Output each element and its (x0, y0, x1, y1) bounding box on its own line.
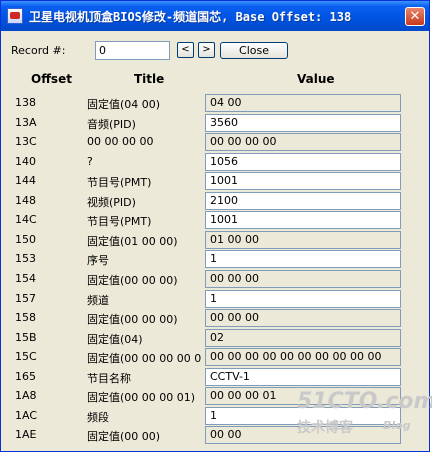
watermark-subtitle: 技术博客 (297, 420, 353, 436)
row-value-readonly: 01 00 00 (205, 231, 401, 249)
row-offset: 15B (15, 331, 37, 344)
row-title: ? (87, 155, 93, 168)
row-title: 00 00 00 00 (87, 135, 154, 148)
title-bar[interactable]: 卫星电视机顶盒BIOS修改-频道国芯, Base Offset: 138 ✕ (1, 1, 429, 31)
row-offset: 157 (15, 292, 36, 305)
row-value-readonly: 00 00 00 00 (205, 133, 401, 151)
row-value-readonly: 00 00 00 (205, 309, 401, 327)
record-label: Record #: (11, 44, 66, 57)
row-title: 节目号(PMT) (87, 215, 152, 228)
row-value-readonly: 00 00 00 00 00 00 00 00 00 00 (205, 348, 401, 366)
row-offset: 144 (15, 174, 36, 187)
offset-column-header: Offset (31, 72, 72, 86)
row-offset: 1A8 (15, 389, 37, 402)
window-close-button[interactable]: ✕ (405, 7, 425, 26)
row-title: 固定值(01 00 00) (87, 235, 178, 248)
row-title: 视频(PID) (87, 196, 136, 209)
row-title: 固定值(00 00 00 01) (87, 391, 196, 404)
row-title: 固定值(04) (87, 333, 143, 346)
row-offset: 15C (15, 350, 37, 363)
row-value-readonly: 00 00 00 (205, 270, 401, 288)
row-title: 音频(PID) (87, 118, 136, 131)
record-number-input[interactable] (95, 41, 170, 60)
row-value-field[interactable]: 1001 (205, 172, 401, 190)
row-title: 固定值(00 00 00) (87, 274, 178, 287)
row-value-field[interactable]: CCTV-1 (205, 368, 401, 386)
watermark: 51CTO.com 技术博客 Blog (295, 389, 432, 439)
row-value-field[interactable]: 1 (205, 250, 401, 268)
row-offset: 14C (15, 213, 37, 226)
row-value-field[interactable]: 1 (205, 290, 401, 308)
watermark-site: 51CTO.com (297, 389, 432, 414)
row-offset: 158 (15, 311, 36, 324)
row-value-field[interactable]: 2100 (205, 192, 401, 210)
row-value-readonly: 04 00 (205, 94, 401, 112)
row-offset: 138 (15, 96, 36, 109)
row-offset: 150 (15, 233, 36, 246)
value-column-header: Value (297, 72, 335, 86)
row-offset: 13A (15, 116, 37, 129)
close-button[interactable]: Close (220, 42, 288, 59)
row-offset: 1AC (15, 409, 38, 422)
title-column-header: Title (134, 72, 165, 86)
previous-record-button[interactable]: < (177, 42, 194, 58)
dialog-window: 卫星电视机顶盒BIOS修改-频道国芯, Base Offset: 138 ✕ R… (0, 0, 432, 452)
watermark-blog: Blog (383, 419, 411, 432)
row-offset: 154 (15, 272, 36, 285)
row-title: 节目名称 (87, 372, 131, 385)
row-offset: 140 (15, 155, 36, 168)
row-title: 节目号(PMT) (87, 176, 152, 189)
row-value-field[interactable]: 1001 (205, 211, 401, 229)
row-title: 频道 (87, 294, 109, 307)
row-title: 固定值(00 00 00 00 0 (87, 352, 202, 365)
row-title: 固定值(00 00 00) (87, 313, 178, 326)
row-offset: 153 (15, 252, 36, 265)
row-offset: 148 (15, 194, 36, 207)
row-title: 序号 (87, 254, 109, 267)
row-title: 频段 (87, 411, 109, 424)
window-title: 卫星电视机顶盒BIOS修改-频道国芯, Base Offset: 138 (29, 10, 352, 24)
row-title: 固定值(04 00) (87, 98, 161, 111)
row-offset: 1AE (15, 428, 37, 441)
next-record-button[interactable]: > (198, 42, 215, 58)
row-value-field[interactable]: 3560 (205, 114, 401, 132)
row-offset: 13C (15, 135, 37, 148)
app-icon (7, 8, 23, 24)
row-title: 固定值(00 00) (87, 430, 161, 443)
row-value-readonly: 02 (205, 329, 401, 347)
row-offset: 165 (15, 370, 36, 383)
row-value-field[interactable]: 1056 (205, 153, 401, 171)
